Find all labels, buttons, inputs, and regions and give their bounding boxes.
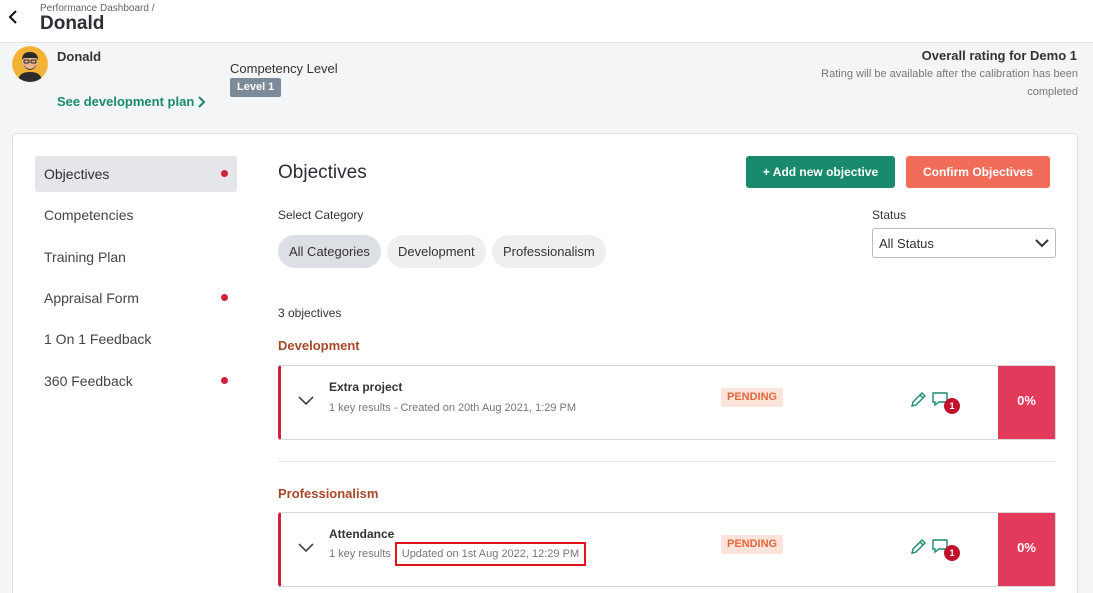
expand-chevron-icon[interactable] xyxy=(298,395,314,405)
status-dropdown[interactable]: All Status xyxy=(872,228,1056,258)
sidebar-item-label: 360 Feedback xyxy=(44,373,133,389)
status-selected-value: All Status xyxy=(879,236,934,251)
notification-dot xyxy=(221,170,228,177)
objective-meta-text: 1 key results - Created on 20th Aug 2021… xyxy=(329,402,577,414)
notification-dot xyxy=(221,377,228,384)
objective-row[interactable]: Extra project 1 key results - Created on… xyxy=(278,365,1056,440)
objective-name: Attendance xyxy=(329,527,395,541)
objective-meta: 1 key results Updated on 1st Aug 2022, 1… xyxy=(329,542,587,566)
group-title-development: Development xyxy=(278,338,360,353)
confirm-objectives-button[interactable]: Confirm Objectives xyxy=(906,156,1050,188)
sidebar-item-label: 1 On 1 Feedback xyxy=(44,331,152,347)
sidebar-item-label: Competencies xyxy=(44,207,134,223)
rating-note: Rating will be available after the calib… xyxy=(821,68,1078,98)
top-bar: Performance Dashboard / Donald xyxy=(0,0,1093,43)
comment-count-badge: 1 xyxy=(944,398,960,414)
add-objective-button[interactable]: + Add new objective xyxy=(746,156,895,188)
chevron-right-icon xyxy=(198,95,206,108)
updated-timestamp: Updated on 1st Aug 2022, 12:29 PM xyxy=(394,542,587,566)
objectives-count: 3 objectives xyxy=(278,306,342,320)
objective-meta-text: 1 key results xyxy=(329,548,391,560)
notification-dot xyxy=(221,294,228,301)
profile-name: Donald xyxy=(57,49,102,64)
development-plan-link[interactable]: See development plan xyxy=(57,94,206,109)
sidebar-item-training-plan[interactable]: Training Plan xyxy=(35,239,237,275)
sidebar-item-objectives[interactable]: Objectives xyxy=(35,156,237,192)
expand-chevron-icon[interactable] xyxy=(298,542,314,552)
objective-meta: 1 key results - Created on 20th Aug 2021… xyxy=(329,402,576,414)
sidebar-item-competencies[interactable]: Competencies xyxy=(35,197,237,233)
category-chip-professionalism[interactable]: Professionalism xyxy=(492,235,606,268)
avatar xyxy=(12,46,48,82)
category-chip-development[interactable]: Development xyxy=(387,235,486,268)
status-label: Status xyxy=(872,208,907,222)
development-plan-label: See development plan xyxy=(57,94,195,109)
sidebar-item-appraisal-form[interactable]: Appraisal Form xyxy=(35,280,237,316)
level-badge: Level 1 xyxy=(230,78,282,97)
select-category-label: Select Category xyxy=(278,208,364,222)
group-divider xyxy=(278,461,1056,462)
chevron-down-icon xyxy=(1035,239,1049,248)
section-heading: Objectives xyxy=(278,162,367,183)
pencil-icon[interactable] xyxy=(909,538,927,556)
sidebar-item-label: Training Plan xyxy=(44,249,126,265)
status-badge: PENDING xyxy=(721,388,784,407)
objective-name: Extra project xyxy=(329,380,403,394)
objective-row[interactable]: Attendance 1 key results Updated on 1st … xyxy=(278,512,1056,587)
back-arrow-icon[interactable] xyxy=(4,8,22,26)
comment-count-badge: 1 xyxy=(944,545,960,561)
category-chip-all[interactable]: All Categories xyxy=(278,235,381,268)
sidebar-item-360-feedback[interactable]: 360 Feedback xyxy=(35,363,237,399)
pencil-icon[interactable] xyxy=(909,391,927,409)
page-title: Donald xyxy=(40,13,105,34)
competency-level-label: Competency Level xyxy=(230,61,338,76)
objectives-card: Objectives Competencies Training Plan Ap… xyxy=(12,133,1078,593)
group-title-professionalism: Professionalism xyxy=(278,486,379,501)
sidebar-item-label: Appraisal Form xyxy=(44,290,139,306)
progress-percentage: 0% xyxy=(998,513,1055,586)
status-badge: PENDING xyxy=(721,535,784,554)
overall-rating-title: Overall rating for Demo 1 xyxy=(921,48,1077,63)
sidebar-item-1on1-feedback[interactable]: 1 On 1 Feedback xyxy=(35,321,237,357)
progress-percentage: 0% xyxy=(998,366,1055,439)
sidebar-item-label: Objectives xyxy=(44,166,110,182)
